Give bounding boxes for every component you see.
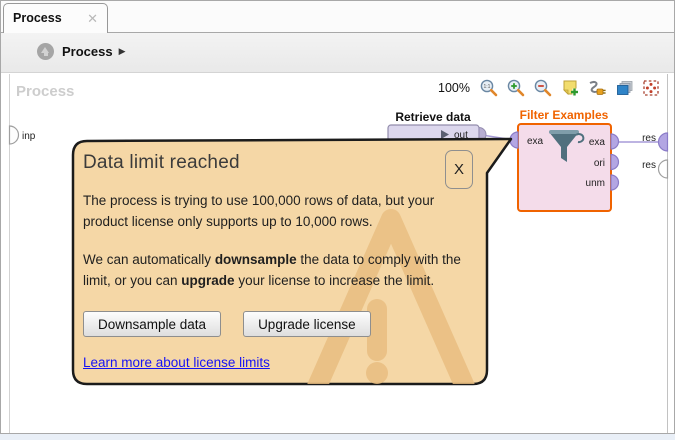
dialog-close-button[interactable]: X xyxy=(445,150,473,189)
dialog-content: Data limit reached The process is trying… xyxy=(73,141,487,384)
p2-text-1: We can automatically xyxy=(83,252,215,267)
filter-exa-out-port[interactable] xyxy=(611,134,619,149)
tab-title: Process xyxy=(13,11,62,25)
upgrade-license-button[interactable]: Upgrade license xyxy=(243,311,371,337)
dialog-link-row: Learn more about license limits xyxy=(83,354,477,372)
data-limit-dialog: Data limit reached The process is trying… xyxy=(61,127,519,391)
filter-exa-out-label: exa xyxy=(589,137,606,148)
tab-close-icon[interactable]: ✕ xyxy=(87,11,98,26)
license-limits-link[interactable]: Learn more about license limits xyxy=(83,355,270,370)
res-port-1-label: res xyxy=(642,133,656,144)
process-input-port-label: inp xyxy=(22,131,36,142)
p2-text-3: your license to increase the limit. xyxy=(235,273,435,288)
downsample-data-button[interactable]: Downsample data xyxy=(83,311,221,337)
process-editor-window: Process ✕ Process ▶ 100% 1:1 xyxy=(0,0,675,434)
filter-ori-out-port[interactable] xyxy=(611,155,619,170)
tab-process[interactable]: Process ✕ xyxy=(3,3,108,33)
dialog-title: Data limit reached xyxy=(83,152,477,174)
res-port-2-label: res xyxy=(642,160,656,171)
p2-bold-upgrade: upgrade xyxy=(181,273,234,288)
operator-title-retrieve-data: Retrieve data xyxy=(395,110,471,124)
filter-unm-out-port[interactable] xyxy=(611,175,619,190)
dialog-paragraph-2: We can automatically downsample the data… xyxy=(83,249,479,291)
filter-exa-in-label: exa xyxy=(527,136,544,147)
res-port-2[interactable] xyxy=(659,160,668,178)
dialog-paragraph-1: The process is trying to use 100,000 row… xyxy=(83,190,479,232)
operator-title-filter-examples: Filter Examples xyxy=(520,108,609,122)
res-port-1[interactable] xyxy=(659,133,668,151)
dialog-button-row: Downsample data Upgrade license xyxy=(83,311,477,337)
filter-unm-out-label: unm xyxy=(586,178,605,189)
p2-bold-downsample: downsample xyxy=(215,252,297,267)
filter-ori-out-label: ori xyxy=(594,158,605,169)
process-input-port[interactable] xyxy=(10,126,19,144)
